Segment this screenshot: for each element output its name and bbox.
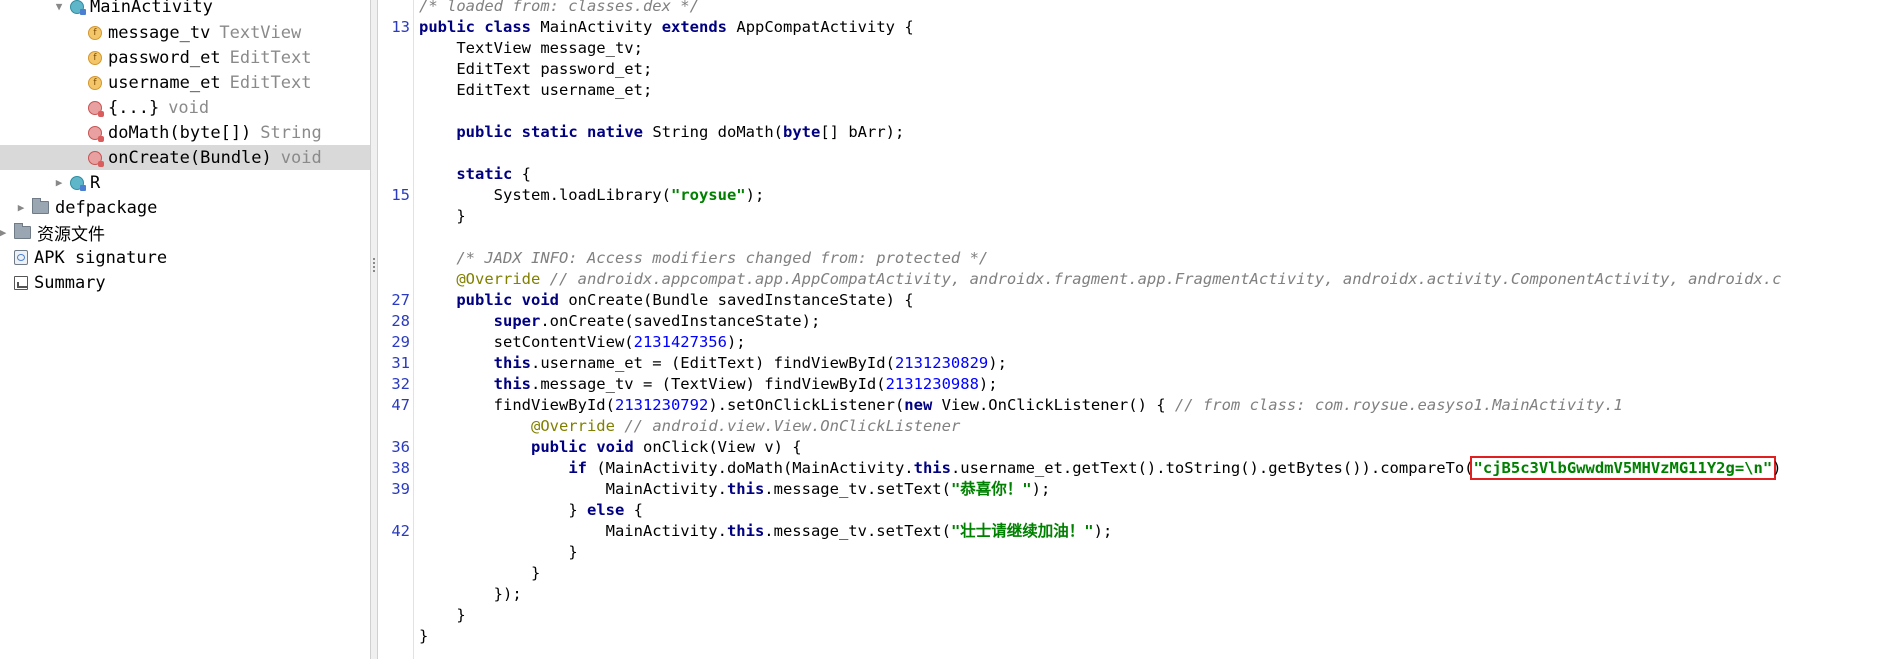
line-number: 36	[391, 438, 410, 456]
summary-icon	[14, 275, 28, 290]
class-icon	[70, 0, 86, 15]
resources-folder-icon	[14, 223, 31, 239]
code-editor[interactable]: /* loaded from: classes.dex */ public cl…	[419, 0, 1878, 659]
code-line: this.message_tv = (TextView) findViewByI…	[493, 375, 998, 393]
tree-node-apk-signature[interactable]: APK signature	[14, 245, 167, 270]
code-line: TextView message_tv;	[419, 39, 643, 57]
tree-node-resources[interactable]: ▶ 资源文件	[0, 220, 105, 245]
line-number: 38	[391, 459, 410, 477]
line-number: 15	[391, 186, 410, 204]
code-line: @Override // androidx.appcompat.app.AppC…	[456, 270, 1782, 288]
tree-node-method[interactable]: doMath(byte[]) String	[88, 120, 322, 145]
method-icon	[88, 150, 104, 167]
line-number: 28	[391, 312, 410, 330]
code-line: /* JADX INFO: Access modifiers changed f…	[456, 249, 989, 267]
line-number: 27	[391, 291, 410, 309]
tree-node-mainactivity[interactable]: ▼ MainActivity	[52, 0, 213, 19]
tree-node-defpackage[interactable]: ▶ defpackage	[14, 195, 158, 220]
code-line: }	[530, 564, 541, 582]
tree-node-field[interactable]: f message_tv TextView	[88, 20, 301, 45]
code-line: public void onClick(View v) {	[530, 438, 802, 456]
line-number: 39	[391, 480, 410, 498]
field-icon: f	[88, 50, 102, 65]
code-line: EditText password_et;	[419, 60, 653, 78]
line-number: 47	[391, 396, 410, 414]
code-line: this.username_et = (EditText) findViewBy…	[493, 354, 1007, 372]
splitter-grip-icon[interactable]	[373, 258, 375, 274]
panel-splitter[interactable]	[370, 0, 378, 659]
line-number-gutter: 13 15 27 28 29 31 32 47 36 38 39 42	[378, 0, 414, 659]
code-line: }	[456, 207, 466, 225]
method-icon	[88, 125, 104, 142]
code-line: });	[493, 585, 522, 603]
highlighted-target-string: "cjB5c3VlbGwwdmV5MHVzMG11Y2g=\n"	[1469, 456, 1777, 480]
tree-node-field[interactable]: f password_et EditText	[88, 45, 311, 70]
collapsed-arrow-icon[interactable]: ▶	[52, 176, 66, 189]
code-line: EditText username_et;	[419, 81, 653, 99]
collapsed-arrow-icon[interactable]: ▶	[14, 201, 28, 214]
code-line: MainActivity.this.message_tv.setText("恭喜…	[605, 480, 1051, 498]
code-line: public void onCreate(Bundle savedInstanc…	[456, 291, 914, 309]
code-line: @Override // android.view.View.OnClickLi…	[530, 417, 961, 435]
code-line: }	[419, 627, 429, 645]
code-line: MainActivity.this.message_tv.setText("壮士…	[605, 522, 1113, 540]
collapsed-arrow-icon[interactable]: ▶	[0, 226, 10, 239]
code-line: System.loadLibrary("roysue");	[493, 186, 765, 204]
field-icon: f	[88, 25, 102, 40]
tree-node-method-selected[interactable]: onCreate(Bundle) void	[0, 145, 370, 170]
field-icon: f	[88, 75, 102, 90]
tree-node-r[interactable]: ▶ R	[52, 170, 101, 195]
class-icon	[70, 175, 86, 191]
project-tree: ▼ MainActivity f message_tv TextView f pa…	[0, 0, 370, 659]
line-number: 42	[391, 522, 410, 540]
code-line: }	[568, 543, 578, 561]
tree-node-method[interactable]: {...} void	[88, 95, 209, 120]
code-line: } else {	[568, 501, 643, 519]
code-line: }	[456, 606, 466, 624]
tree-node-summary[interactable]: Summary	[14, 270, 106, 295]
code-line: if (MainActivity.doMath(MainActivity.thi…	[419, 456, 1782, 480]
code-line: static {	[456, 165, 532, 183]
code-line: setContentView(2131427356);	[493, 333, 746, 351]
line-number: 31	[391, 354, 410, 372]
code-line: findViewById(2131230792).setOnClickListe…	[493, 396, 1623, 414]
line-number: 32	[391, 375, 410, 393]
expanded-arrow-icon[interactable]: ▼	[52, 0, 66, 13]
code-line: public class MainActivity extends AppCom…	[419, 18, 914, 36]
package-folder-icon	[32, 198, 49, 214]
line-number: 13	[391, 18, 410, 36]
line-number: 29	[391, 333, 410, 351]
code-line: /* loaded from: classes.dex */	[419, 0, 699, 15]
tree-node-field[interactable]: f username_et EditText	[88, 70, 311, 95]
code-line: super.onCreate(savedInstanceState);	[493, 312, 821, 330]
code-line: public static native String doMath(byte[…	[456, 123, 905, 141]
method-icon	[88, 100, 104, 117]
certificate-icon	[14, 250, 28, 265]
